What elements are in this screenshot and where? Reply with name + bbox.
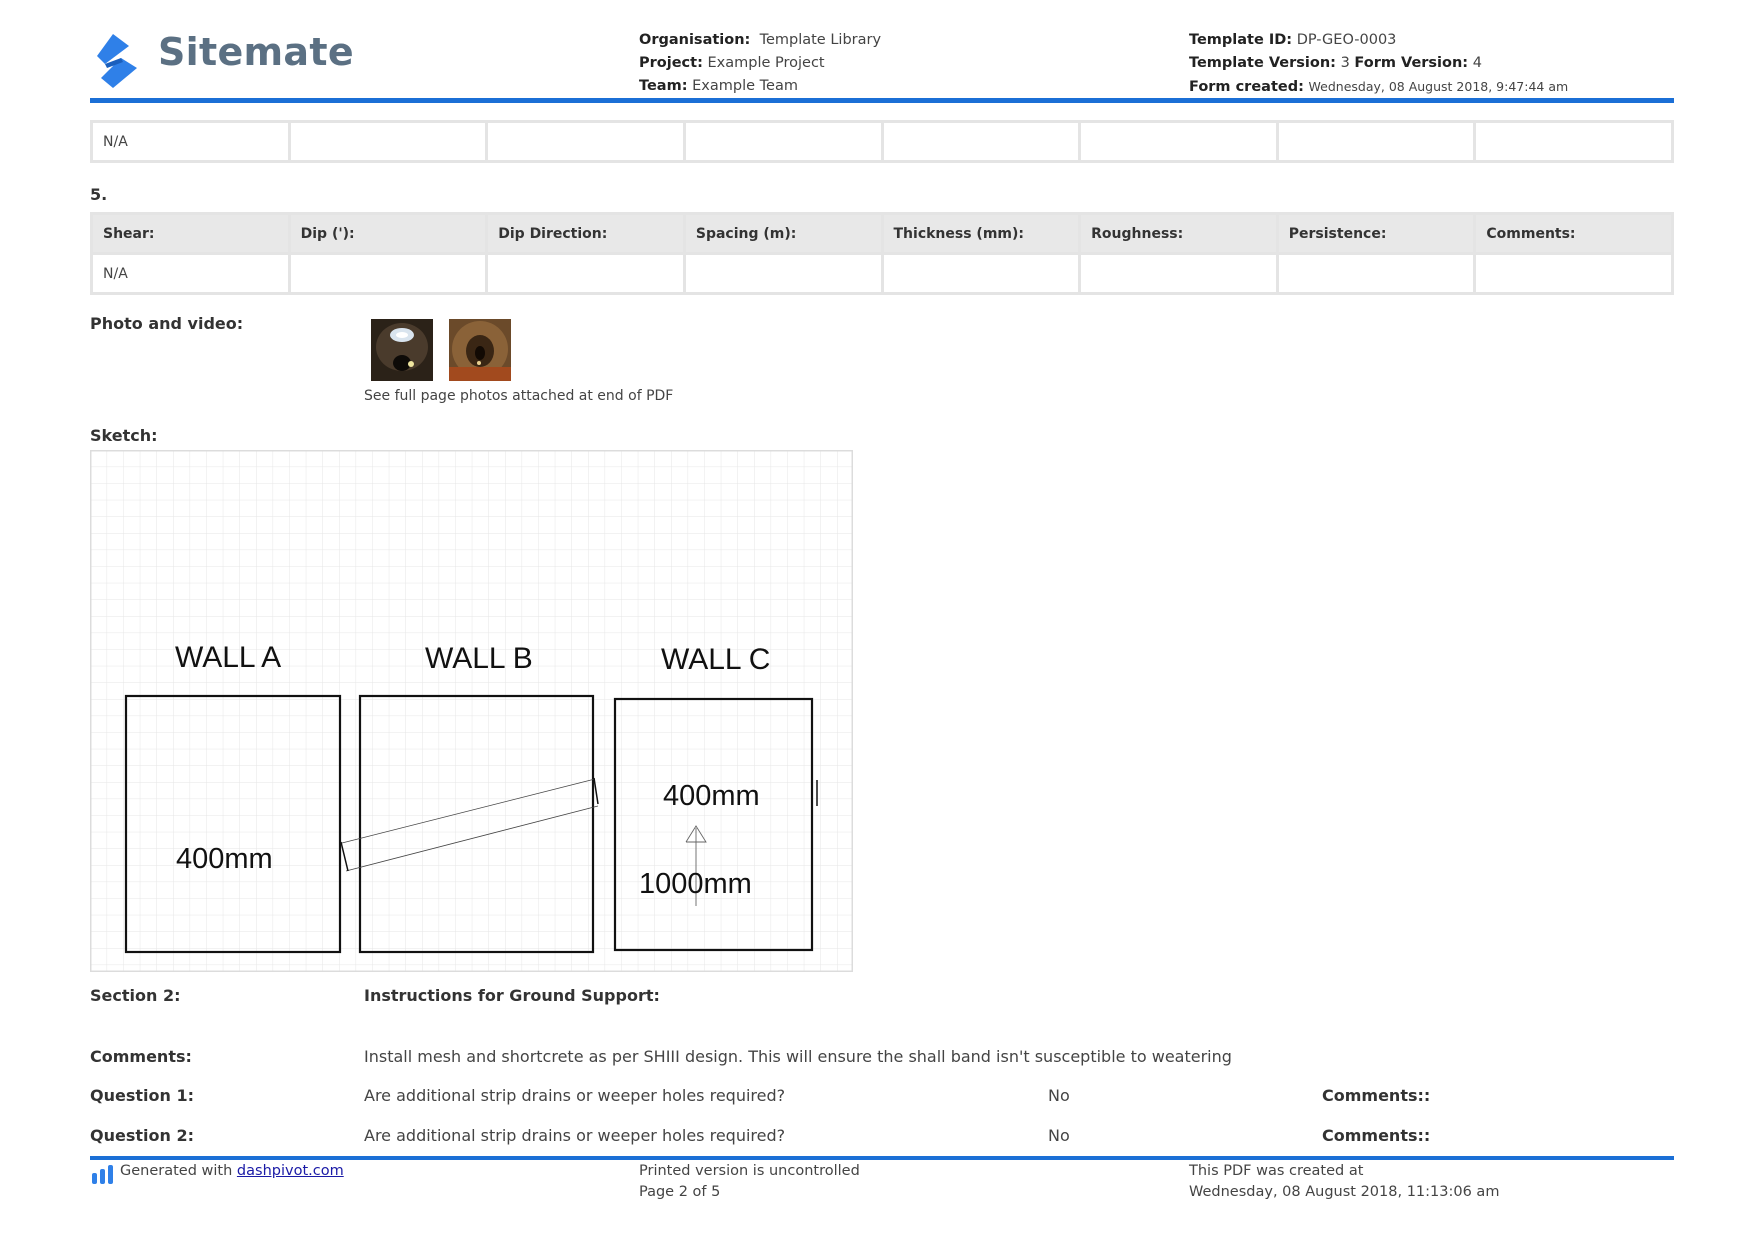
header-meta-middle: Organisation: Template Library Project: … (639, 32, 882, 94)
comments-label: Comments: (90, 1047, 192, 1066)
footer-generated: Generated with dashpivot.com (120, 1163, 344, 1179)
question-2-text: Are additional strip drains or weeper ho… (364, 1126, 786, 1145)
organisation-value: Template Library (759, 32, 882, 48)
question-2-answer: No (1048, 1126, 1070, 1145)
photo-note: See full page photos attached at end of … (364, 388, 674, 404)
footer-right: This PDF was created at Wednesday, 08 Au… (1189, 1161, 1499, 1203)
sitemate-logo-icon (97, 34, 137, 88)
dimension-wall-a: 400mm (176, 843, 273, 875)
wall-c-label: WALL C (661, 643, 770, 676)
dimension-wall-c-top: 400mm (663, 780, 760, 812)
dimension-wall-c-bottom: 1000mm (639, 868, 752, 900)
created-value: Wednesday, 08 August 2018, 11:13:06 am (1189, 1184, 1500, 1200)
wall-b-label: WALL B (425, 642, 533, 675)
footer-rule (90, 1156, 1674, 1160)
question-1-text: Are additional strip drains or weeper ho… (364, 1086, 786, 1105)
page-number: Page 2 of 5 (639, 1184, 721, 1200)
dashpivot-bars-icon (92, 1165, 113, 1184)
question-1-comments-label: Comments:: (1322, 1086, 1431, 1105)
previous-table: N/A (90, 120, 1674, 163)
tunnel-photo-thumbnail-2[interactable] (449, 319, 511, 381)
table-header-row: Shear: Dip ('): Dip Direction: Spacing (… (90, 212, 1674, 255)
header-rule (90, 98, 1674, 103)
question-1-answer: No (1048, 1086, 1070, 1105)
project-value: Example Project (707, 55, 825, 71)
table-row: N/A (90, 252, 1674, 295)
comments-value: Install mesh and shortcrete as per SHIII… (364, 1047, 1232, 1066)
question-1-label: Question 1: (90, 1086, 194, 1105)
header-meta-right: Template ID: DP-GEO-0003 Template Versio… (1189, 32, 1569, 95)
wall-a-label: WALL A (175, 641, 281, 674)
section-2-label: Section 2: (90, 986, 181, 1005)
table-row: N/A (90, 120, 1674, 163)
created-label: This PDF was created at (1189, 1163, 1364, 1179)
printed-note: Printed version is uncontrolled (639, 1163, 860, 1179)
discontinuity-table: Shear: Dip ('): Dip Direction: Spacing (… (90, 212, 1674, 295)
tunnel-photo-thumbnail-1[interactable] (371, 319, 433, 381)
question-2-comments-label: Comments:: (1322, 1126, 1431, 1145)
section-2-title: Instructions for Ground Support: (364, 986, 660, 1005)
photo-label: Photo and video: (90, 314, 244, 333)
form-created-value: Wednesday, 08 August 2018, 9:47:44 am (1308, 79, 1569, 94)
footer-middle: Printed version is uncontrolled Page 2 o… (639, 1161, 860, 1203)
brand-name: Sitemate (158, 30, 354, 74)
dashpivot-link[interactable]: dashpivot.com (237, 1163, 344, 1179)
sketch-canvas: WALL A WALL B WALL C 400mm 400mm 1000mm (90, 450, 853, 972)
template-id-value: DP-GEO-0003 (1296, 32, 1397, 48)
sketch-label: Sketch: (90, 426, 158, 445)
team-value: Example Team (692, 78, 798, 94)
section-number: 5. (90, 185, 108, 204)
question-2-label: Question 2: (90, 1126, 194, 1145)
